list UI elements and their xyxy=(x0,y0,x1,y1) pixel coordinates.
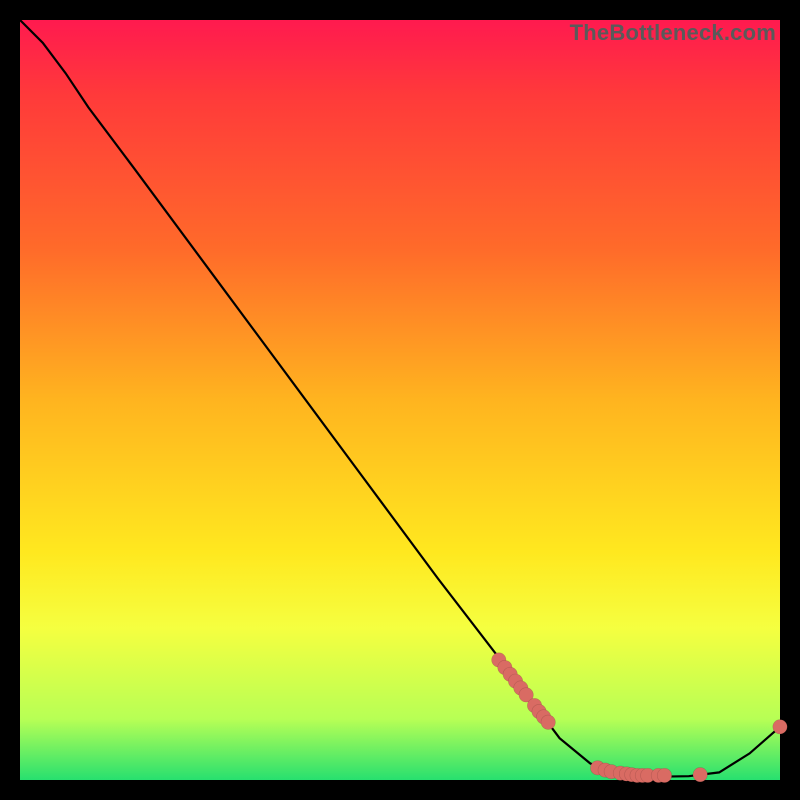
data-point xyxy=(657,768,671,782)
chart-svg xyxy=(20,20,780,780)
plot-area: TheBottleneck.com xyxy=(20,20,780,780)
data-point xyxy=(773,720,787,734)
data-points xyxy=(492,653,788,783)
data-point xyxy=(541,715,555,729)
bottleneck-curve xyxy=(20,20,780,777)
data-point xyxy=(693,767,707,781)
